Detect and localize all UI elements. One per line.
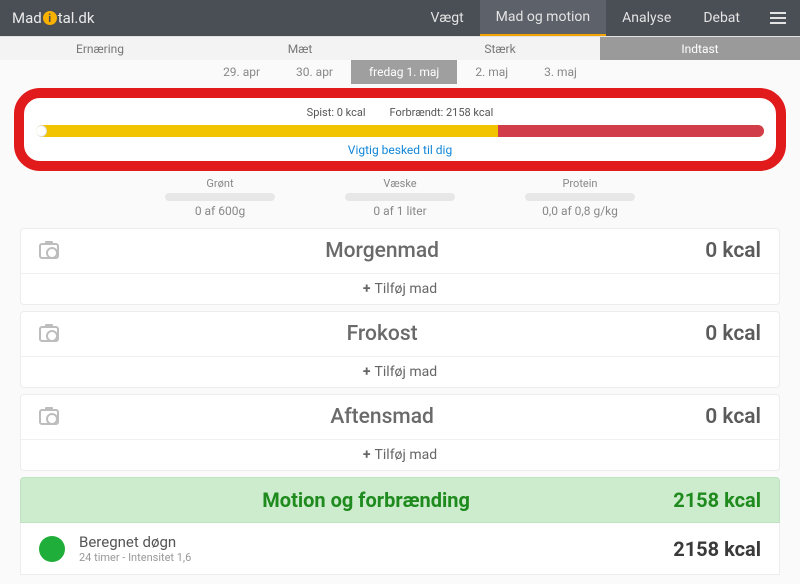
date-label: fredag 1. maj: [369, 65, 439, 79]
meal-card-morgenmad: Morgenmad 0 kcal +Tilføj mad: [20, 228, 780, 305]
top-nav: Mad i tal.dk Vægt Mad og motion Analyse …: [0, 0, 800, 36]
mini-protein: Protein 0,0 af 0,8 g/kg: [525, 177, 635, 218]
nav-analyse[interactable]: Analyse: [606, 0, 687, 36]
meal-title: Morgenmad: [59, 239, 705, 263]
motion-row[interactable]: Beregnet døgn 24 timer - Intensitet 1,6 …: [20, 523, 780, 575]
motion-title: Motion og forbrænding: [59, 488, 673, 512]
meal-card-aftensmad: Aftensmad 0 kcal +Tilføj mad: [20, 394, 780, 471]
important-message-link[interactable]: Vigtig besked til dig: [36, 143, 764, 157]
mini-groent: Grønt 0 af 600g: [165, 177, 275, 218]
mini-label: Grønt: [165, 177, 275, 190]
nav-debat[interactable]: Debat: [687, 0, 756, 36]
meal-kcal: 0 kcal: [705, 322, 761, 346]
mini-label: Protein: [525, 177, 635, 190]
plus-icon: +: [363, 447, 371, 463]
mini-value: 0 af 1 liter: [345, 204, 455, 218]
date-2-maj[interactable]: 2. maj: [457, 60, 526, 84]
calorie-labels: Spist: 0 kcal Forbrændt: 2158 kcal: [36, 106, 764, 119]
mini-label: Væske: [345, 177, 455, 190]
subtab-ernaering[interactable]: Ernæring: [0, 36, 200, 60]
nav-label: Mad og motion: [496, 9, 591, 25]
brand-post: tal.dk: [58, 9, 95, 27]
menu-icon[interactable]: [756, 0, 800, 36]
mini-bar: [165, 193, 275, 201]
meal-card-frokost: Frokost 0 kcal +Tilføj mad: [20, 311, 780, 388]
add-food-button[interactable]: +Tilføj mad: [21, 439, 779, 470]
nav-vaegt[interactable]: Vægt: [414, 0, 479, 36]
spist-label: Spist: 0 kcal: [307, 106, 366, 119]
calorie-bar: [36, 125, 764, 137]
add-label: Tilføj mad: [375, 281, 438, 297]
mini-value: 0 af 600g: [165, 204, 275, 218]
nutrition-minis: Grønt 0 af 600g Væske 0 af 1 liter Prote…: [0, 177, 800, 218]
brand[interactable]: Mad i tal.dk: [0, 0, 106, 36]
mini-bar: [525, 193, 635, 201]
nav-mad-og-motion[interactable]: Mad og motion: [480, 0, 607, 36]
meal-title: Aftensmad: [59, 405, 705, 429]
mini-bar: [345, 193, 455, 201]
add-label: Tilføj mad: [375, 447, 438, 463]
activity-dot-icon: [39, 536, 65, 562]
nav-label: Analyse: [622, 10, 671, 26]
subtab-staerk[interactable]: Stærk: [400, 36, 600, 60]
motion-header: Motion og forbrænding 2158 kcal: [20, 477, 780, 523]
add-food-button[interactable]: +Tilføj mad: [21, 273, 779, 304]
date-row: 29. apr 30. apr fredag 1. maj 2. maj 3. …: [0, 60, 800, 84]
motion-row-subtitle: 24 timer - Intensitet 1,6: [79, 551, 191, 564]
camera-icon[interactable]: [39, 243, 59, 259]
subtabs: Ernæring Mæt Stærk Indtast: [0, 36, 800, 60]
date-label: 29. apr: [223, 65, 260, 79]
burn-label: Forbrændt: 2158 kcal: [390, 106, 494, 119]
date-label: 3. maj: [544, 65, 577, 79]
nav-label: Debat: [703, 10, 740, 26]
calorie-bar-yellow: [47, 125, 498, 137]
subtab-label: Stærk: [484, 42, 515, 56]
subtab-maet[interactable]: Mæt: [200, 36, 400, 60]
date-3-maj[interactable]: 3. maj: [526, 60, 595, 84]
camera-icon[interactable]: [39, 409, 59, 425]
subtab-label: Ernæring: [76, 42, 124, 56]
add-food-button[interactable]: +Tilføj mad: [21, 356, 779, 387]
date-1-maj[interactable]: fredag 1. maj: [351, 60, 457, 84]
plus-icon: +: [363, 364, 371, 380]
date-30-apr[interactable]: 30. apr: [278, 60, 351, 84]
motion-total-kcal: 2158 kcal: [673, 488, 761, 512]
calorie-bar-red: [498, 125, 764, 137]
date-label: 30. apr: [296, 65, 333, 79]
brand-circle-icon: i: [43, 11, 57, 25]
subtab-label: Mæt: [288, 42, 313, 56]
meal-kcal: 0 kcal: [705, 239, 761, 263]
calorie-summary-box: Spist: 0 kcal Forbrændt: 2158 kcal Vigti…: [14, 88, 786, 171]
meal-kcal: 0 kcal: [705, 405, 761, 429]
brand-pre: Mad: [12, 9, 42, 27]
mini-value: 0,0 af 0,8 g/kg: [525, 204, 635, 218]
nav-label: Vægt: [430, 10, 463, 26]
calorie-bar-marker: [36, 125, 47, 137]
date-29-apr[interactable]: 29. apr: [205, 60, 278, 84]
motion-row-kcal: 2158 kcal: [673, 537, 761, 561]
subtab-indtast[interactable]: Indtast: [600, 36, 800, 60]
add-label: Tilføj mad: [375, 364, 438, 380]
subtab-label: Indtast: [681, 42, 718, 56]
meal-title: Frokost: [59, 322, 705, 346]
motion-row-title: Beregnet døgn: [79, 533, 191, 551]
date-label: 2. maj: [475, 65, 508, 79]
plus-icon: +: [363, 281, 371, 297]
camera-icon[interactable]: [39, 326, 59, 342]
mini-vaeske: Væske 0 af 1 liter: [345, 177, 455, 218]
